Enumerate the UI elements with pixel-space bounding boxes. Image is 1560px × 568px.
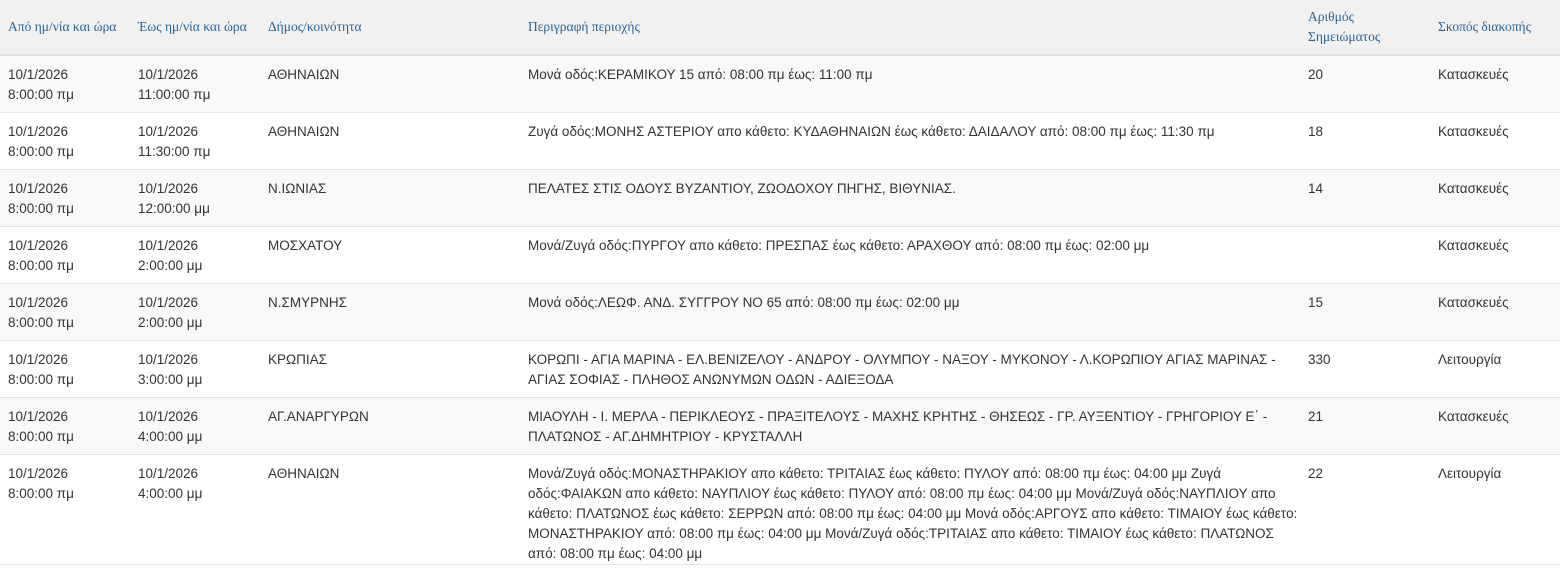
- cell-to: 10/1/2026 3:00:00 μμ: [138, 352, 203, 387]
- cell-to: 10/1/2026 4:00:00 μμ: [138, 466, 203, 501]
- cell-municipality: ΚΡΩΠΙΑΣ: [268, 352, 327, 367]
- cell-area: Μονά οδός:ΛΕΩΦ. ΑΝΔ. ΣΥΓΓΡΟΥ ΝΟ 65 από: …: [528, 295, 960, 310]
- cell-purpose: Κατασκευές: [1438, 295, 1509, 310]
- cell-municipality: ΑΓ.ΑΝΑΡΓΥΡΩΝ: [268, 409, 369, 424]
- table-header-row: Από ημ/νία και ώρα Έως ημ/νία και ώρα Δή…: [0, 0, 1560, 55]
- cell-municipality: Ν.ΙΩΝΙΑΣ: [268, 181, 327, 196]
- cell-number: 21: [1308, 409, 1324, 424]
- cell-municipality: Ν.ΣΜΥΡΝΗΣ: [268, 295, 347, 310]
- cell-municipality: ΜΟΣΧΑΤΟΥ: [268, 238, 343, 253]
- cell-purpose: Κατασκευές: [1438, 409, 1509, 424]
- table-row: 10/1/2026 8:00:00 πμ 10/1/2026 3:00:00 μ…: [0, 340, 1560, 398]
- cell-from: 10/1/2026 8:00:00 πμ: [8, 67, 74, 102]
- table-row: 10/1/2026 8:00:00 πμ 10/1/2026 4:00:00 μ…: [0, 397, 1560, 455]
- cell-number: 330: [1308, 352, 1331, 367]
- table-row: 10/1/2026 8:00:00 πμ 10/1/2026 2:00:00 μ…: [0, 226, 1560, 284]
- table-row: 10/1/2026 8:00:00 πμ 10/1/2026 11:00:00 …: [0, 55, 1560, 113]
- cell-purpose: Κατασκευές: [1438, 67, 1509, 82]
- cell-from: 10/1/2026 8:00:00 πμ: [8, 238, 74, 273]
- col-header-number[interactable]: Αριθμός Σημειώματος: [1300, 0, 1430, 55]
- cell-area: ΚΟΡΩΠΙ - ΑΓΙΑ ΜΑΡΙΝΑ - ΕΛ.ΒΕΝΙΖΕΛΟΥ - ΑΝ…: [528, 352, 1276, 387]
- cell-purpose: Κατασκευές: [1438, 181, 1509, 196]
- cell-area: Ζυγά οδός:ΜΟΝΗΣ ΑΣΤΕΡΙΟΥ απο κάθετο: ΚΥΔ…: [528, 124, 1215, 139]
- cell-purpose: Λειτουργία: [1438, 466, 1502, 481]
- cell-area: ΠΕΛΑΤΕΣ ΣΤΙΣ ΟΔΟΥΣ ΒΥΖΑΝΤΙΟΥ, ΖΩΟΔΟΧΟΥ Π…: [528, 181, 956, 196]
- cell-purpose: Κατασκευές: [1438, 124, 1509, 139]
- table-row: 10/1/2026 8:00:00 πμ 10/1/2026 12:00:00 …: [0, 169, 1560, 227]
- cell-municipality: ΑΘΗΝΑΙΩΝ: [268, 67, 340, 82]
- outages-table: Από ημ/νία και ώρα Έως ημ/νία και ώρα Δή…: [0, 0, 1560, 565]
- cell-number: 15: [1308, 295, 1324, 310]
- cell-number: 14: [1308, 181, 1324, 196]
- cell-from: 10/1/2026 8:00:00 πμ: [8, 352, 74, 387]
- cell-from: 10/1/2026 8:00:00 πμ: [8, 466, 74, 501]
- cell-to: 10/1/2026 12:00:00 μμ: [138, 181, 210, 216]
- cell-area: Μονά/Ζυγά οδός:ΠΥΡΓΟΥ απο κάθετο: ΠΡΕΣΠΑ…: [528, 238, 1150, 253]
- cell-area: ΜΙΑΟΥΛΗ - Ι. ΜΕΡΛΑ - ΠΕΡΙΚΛΕΟΥΣ - ΠΡΑΞΙΤ…: [528, 409, 1268, 444]
- cell-municipality: ΑΘΗΝΑΙΩΝ: [268, 466, 340, 481]
- cell-from: 10/1/2026 8:00:00 πμ: [8, 295, 74, 330]
- table-row: 10/1/2026 8:00:00 πμ 10/1/2026 11:30:00 …: [0, 112, 1560, 170]
- col-header-to[interactable]: Έως ημ/νία και ώρα: [130, 0, 260, 55]
- col-header-from[interactable]: Από ημ/νία και ώρα: [0, 0, 130, 55]
- cell-purpose: Κατασκευές: [1438, 238, 1509, 253]
- cell-from: 10/1/2026 8:00:00 πμ: [8, 124, 74, 159]
- cell-number: 20: [1308, 67, 1324, 82]
- cell-area: Μονά/Ζυγά οδός:ΜΟΝΑΣΤΗΡΑΚΙΟΥ απο κάθετο:…: [528, 466, 1298, 561]
- table-row: 10/1/2026 8:00:00 πμ 10/1/2026 4:00:00 μ…: [0, 454, 1560, 565]
- cell-number: 22: [1308, 466, 1324, 481]
- cell-number: 18: [1308, 124, 1324, 139]
- cell-from: 10/1/2026 8:00:00 πμ: [8, 409, 74, 444]
- cell-to: 10/1/2026 2:00:00 μμ: [138, 295, 203, 330]
- cell-area: Μονά οδός:ΚΕΡΑΜΙΚΟΥ 15 από: 08:00 πμ έως…: [528, 67, 873, 82]
- col-header-area[interactable]: Περιγραφή περιοχής: [520, 0, 1300, 55]
- cell-to: 10/1/2026 11:00:00 πμ: [138, 67, 211, 102]
- cell-to: 10/1/2026 11:30:00 πμ: [138, 124, 211, 159]
- cell-to: 10/1/2026 2:00:00 μμ: [138, 238, 203, 273]
- col-header-municipality[interactable]: Δήμος/κοινότητα: [260, 0, 520, 55]
- cell-municipality: ΑΘΗΝΑΙΩΝ: [268, 124, 340, 139]
- col-header-purpose[interactable]: Σκοπός διακοπής: [1430, 0, 1560, 55]
- cell-to: 10/1/2026 4:00:00 μμ: [138, 409, 203, 444]
- cell-purpose: Λειτουργία: [1438, 352, 1502, 367]
- table-row: 10/1/2026 8:00:00 πμ 10/1/2026 2:00:00 μ…: [0, 283, 1560, 341]
- cell-from: 10/1/2026 8:00:00 πμ: [8, 181, 74, 216]
- cell-number: [1300, 227, 1430, 284]
